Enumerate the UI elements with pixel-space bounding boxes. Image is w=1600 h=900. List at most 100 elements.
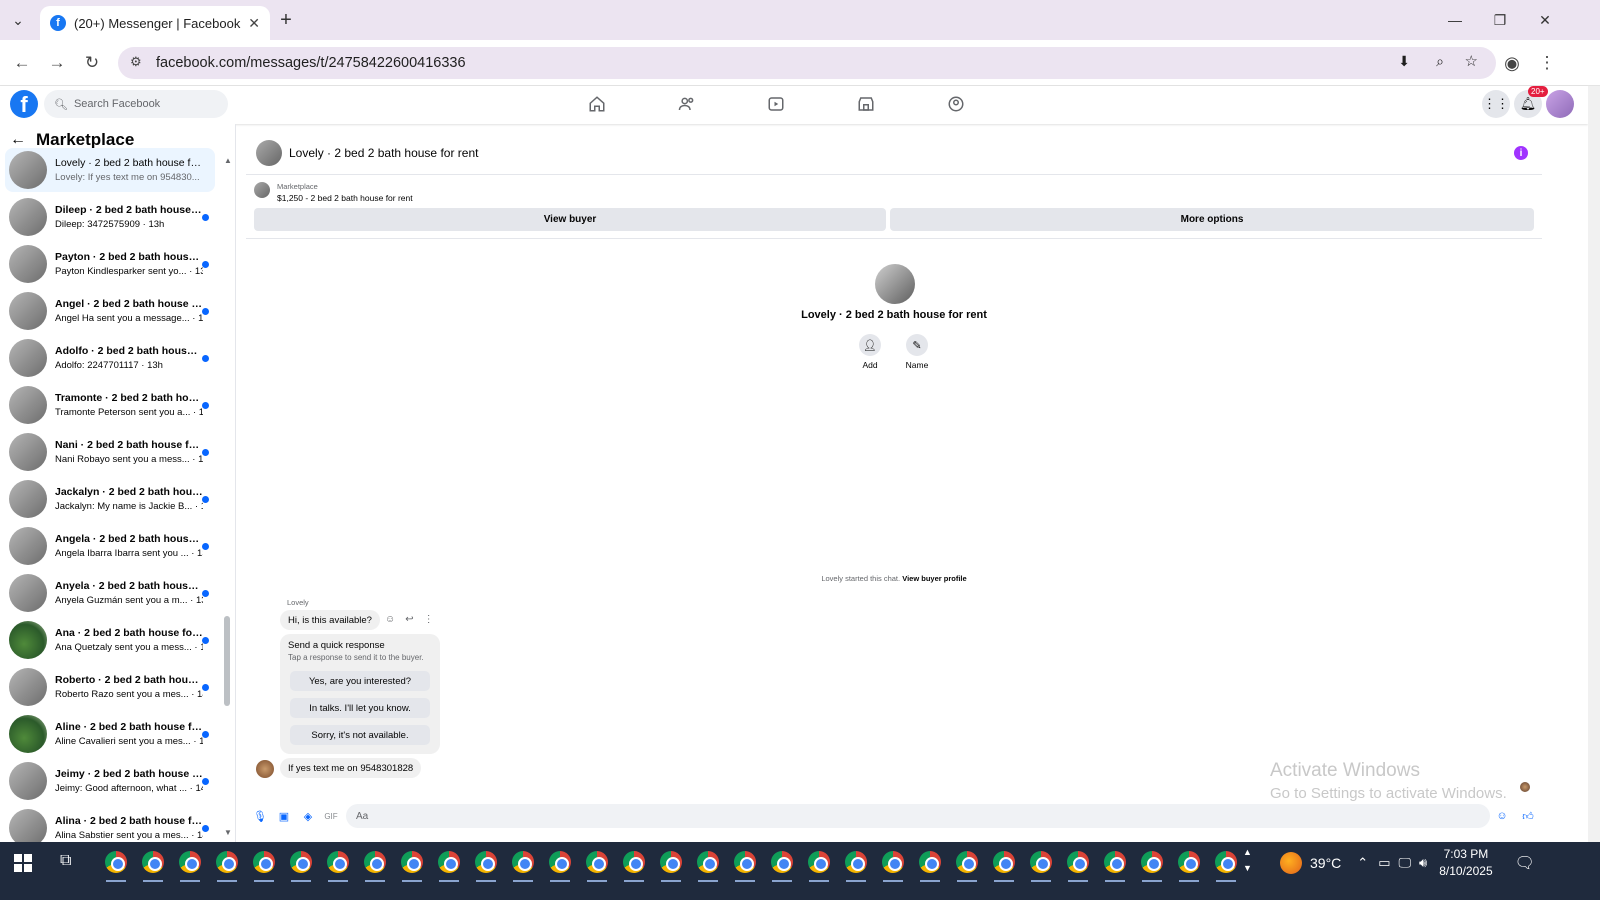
conversation-item[interactable]: Payton · 2 bed 2 bath house f... Payton K… (5, 242, 215, 286)
info-icon[interactable]: i (1514, 146, 1528, 160)
facebook-search-input[interactable]: 🔍︎ Search Facebook (44, 90, 228, 118)
clock[interactable]: 7:03 PM 8/10/2025 (1439, 846, 1492, 880)
chrome-taskbar-icon[interactable] (1030, 851, 1052, 873)
view-buyer-button[interactable]: View buyer (254, 208, 886, 231)
restore-icon[interactable]: ❐ (1488, 8, 1512, 32)
quick-response-button[interactable]: In talks. I'll let you know. (290, 698, 430, 718)
chrome-taskbar-icon[interactable] (512, 851, 534, 873)
marketplace-icon[interactable] (852, 92, 880, 116)
name-button[interactable]: ✎ Name (897, 334, 937, 370)
chrome-taskbar-icon[interactable] (697, 851, 719, 873)
taskbar-scroll-icon[interactable]: ▲ ▼ (1243, 844, 1252, 876)
facebook-logo-icon[interactable]: f (10, 90, 38, 118)
back-icon[interactable]: ← (10, 51, 34, 75)
meet-icon[interactable]: ▭ (1378, 855, 1390, 871)
menu-grid-icon[interactable]: ⋮⋮ (1482, 90, 1510, 118)
chrome-taskbar-icon[interactable] (771, 851, 793, 873)
chrome-taskbar-icon[interactable] (438, 851, 460, 873)
conversation-item[interactable]: Jeimy · 2 bed 2 bath house fo... Jeimy: G… (5, 759, 215, 803)
more-icon[interactable]: ⋮ (424, 614, 434, 625)
chrome-taskbar-icon[interactable] (882, 851, 904, 873)
conversation-item[interactable]: Roberto · 2 bed 2 bath house... Roberto R… (5, 665, 215, 709)
conversation-item[interactable]: Angel · 2 bed 2 bath house fo... Angel Ha… (5, 289, 215, 333)
chrome-taskbar-icon[interactable] (845, 851, 867, 873)
sidebar-scrollbar[interactable] (224, 616, 230, 706)
notifications-bell-icon[interactable]: 🔔︎ 20+ (1514, 86, 1548, 118)
install-app-icon[interactable]: ⬇ (1398, 53, 1410, 70)
chrome-taskbar-icon[interactable] (808, 851, 830, 873)
chrome-taskbar-icon[interactable] (1215, 851, 1237, 873)
zoom-icon[interactable]: ⌕ (1436, 53, 1444, 70)
quick-response-button[interactable]: Yes, are you interested? (290, 671, 430, 691)
bookmark-star-icon[interactable]: ☆ (1465, 52, 1478, 70)
quick-response-button[interactable]: Sorry, it's not available. (290, 725, 430, 745)
friends-icon[interactable] (673, 92, 701, 116)
conversation-item[interactable]: Lovely · 2 bed 2 bath house for... Lovely… (5, 148, 215, 192)
chrome-taskbar-icon[interactable] (586, 851, 608, 873)
forward-icon[interactable]: → (45, 51, 69, 75)
chrome-taskbar-icon[interactable] (142, 851, 164, 873)
listing-summary[interactable]: Marketplace $1,250 - 2 bed 2 bath house … (254, 182, 413, 203)
conversation-item[interactable]: Anyela · 2 bed 2 bath house f... Anyela G… (5, 571, 215, 615)
view-buyer-profile-link[interactable]: View buyer profile (902, 574, 966, 583)
notification-center-icon[interactable]: 🗨︎ (1515, 853, 1535, 873)
sender-avatar[interactable] (256, 760, 274, 778)
back-arrow-icon[interactable]: ← (10, 131, 26, 149)
conversation-item[interactable]: Adolfo · 2 bed 2 bath house f... Adolfo: … (5, 336, 215, 380)
close-window-icon[interactable]: ✕ (1533, 8, 1557, 32)
message-input[interactable]: Aa (346, 804, 1490, 828)
home-icon[interactable] (583, 92, 611, 116)
chrome-taskbar-icon[interactable] (956, 851, 978, 873)
chrome-taskbar-icon[interactable] (475, 851, 497, 873)
conversation-item[interactable]: Aline · 2 bed 2 bath house for... Aline C… (5, 712, 215, 756)
address-bar[interactable]: ⚙ facebook.com/messages/t/24758422600416… (118, 47, 1496, 79)
chrome-taskbar-icon[interactable] (623, 851, 645, 873)
more-options-button[interactable]: More options (890, 208, 1534, 231)
react-icon[interactable]: ☺ (385, 614, 395, 625)
chrome-taskbar-icon[interactable] (549, 851, 571, 873)
reply-icon[interactable]: ↩ (405, 614, 413, 625)
task-view-icon[interactable]: ⧉ (60, 852, 71, 870)
chrome-taskbar-icon[interactable] (660, 851, 682, 873)
conversation-item[interactable]: Tramonte · 2 bed 2 bath hous... Tramonte … (5, 383, 215, 427)
sticker-icon[interactable]: ◈ (300, 808, 316, 824)
chrome-taskbar-icon[interactable] (327, 851, 349, 873)
chrome-taskbar-icon[interactable] (1141, 851, 1163, 873)
chat-title[interactable]: Lovely · 2 bed 2 bath house for rent (289, 146, 478, 160)
add-people-button[interactable]: 👤︎ Add (850, 334, 890, 370)
reload-icon[interactable]: ↻ (80, 51, 104, 75)
photo-icon[interactable]: ▣ (276, 808, 292, 824)
new-tab-icon[interactable]: + (274, 8, 298, 32)
windows-start-icon[interactable] (14, 854, 32, 872)
scroll-down-icon[interactable]: ▼ (224, 828, 232, 837)
conversation-item[interactable]: Alina · 2 bed 2 bath house for... Alina S… (5, 806, 215, 842)
chrome-taskbar-icon[interactable] (1104, 851, 1126, 873)
page-scrollbar[interactable] (1588, 86, 1600, 842)
chat-avatar[interactable] (256, 140, 282, 166)
network-icon[interactable]: 🖵︎ (1398, 855, 1411, 871)
conversation-item[interactable]: Nani · 2 bed 2 bath house for... Nani Rob… (5, 430, 215, 474)
profile-icon[interactable]: ◉ (1500, 51, 1524, 75)
site-info-icon[interactable]: ⚙ (130, 54, 142, 70)
conversation-item[interactable]: Dileep · 2 bed 2 bath house f... Dileep: … (5, 195, 215, 239)
conversation-item[interactable]: Ana · 2 bed 2 bath house for ... Ana Quet… (5, 618, 215, 662)
chrome-taskbar-icon[interactable] (993, 851, 1015, 873)
show-hidden-icons-icon[interactable]: ⌃ (1357, 855, 1368, 871)
minimize-icon[interactable]: — (1443, 8, 1467, 32)
chrome-taskbar-icon[interactable] (253, 851, 275, 873)
account-avatar[interactable] (1546, 90, 1574, 118)
chrome-taskbar-icon[interactable] (364, 851, 386, 873)
browser-tab[interactable]: f (20+) Messenger | Facebook ✕ (40, 6, 270, 40)
chrome-taskbar-icon[interactable] (216, 851, 238, 873)
gif-icon[interactable]: GIF (323, 808, 339, 824)
conversation-item[interactable]: Jackalyn · 2 bed 2 bath house... Jackalyn… (5, 477, 215, 521)
emoji-icon[interactable]: ☺ (1494, 808, 1510, 824)
chrome-taskbar-icon[interactable] (734, 851, 756, 873)
scroll-up-icon[interactable]: ▲ (224, 156, 232, 165)
weather-icon[interactable] (1280, 852, 1302, 874)
temperature[interactable]: 39°C (1310, 855, 1341, 871)
browser-menu-icon[interactable]: ⋮ (1535, 51, 1559, 75)
message-bubble[interactable]: Hi, is this available? (280, 610, 380, 630)
microphone-icon[interactable]: 🎙︎ (252, 808, 268, 824)
chrome-taskbar-icon[interactable] (919, 851, 941, 873)
